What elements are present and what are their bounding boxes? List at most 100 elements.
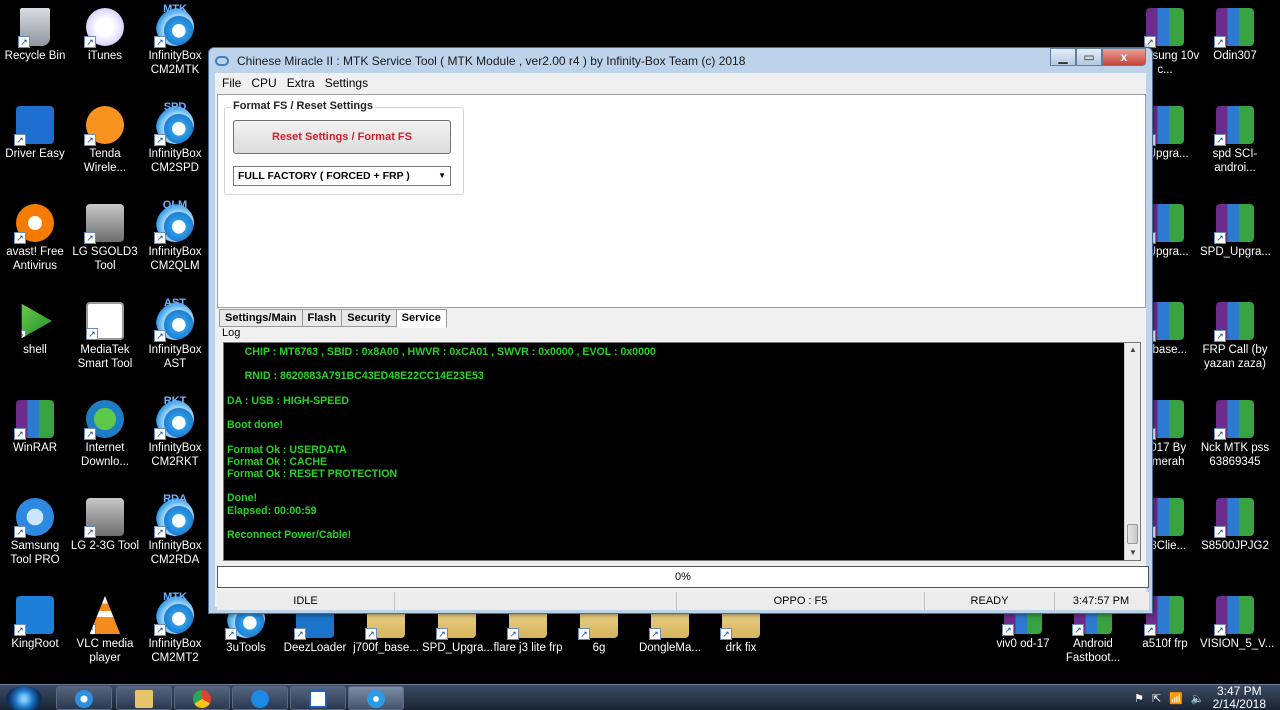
menu-bar: File CPU Extra Settings xyxy=(215,73,1146,93)
desktop-icon[interactable]: SPD ↗ InfinityBox CM2SPD xyxy=(140,101,210,175)
desktop-icon-label: LG 2-3G Tool xyxy=(70,540,140,552)
desktop-icon[interactable]: ↗ KingRoot xyxy=(0,596,70,651)
shortcut-arrow-icon: ↗ xyxy=(84,428,96,440)
desktop-icon[interactable]: ↗ Tenda Wirele... xyxy=(70,106,140,175)
menu-cpu[interactable]: CPU xyxy=(246,76,281,90)
menu-extra[interactable]: Extra xyxy=(282,76,320,90)
infbox-icon: RKT ↗ xyxy=(154,395,194,440)
desktop-icon[interactable]: RKT ↗ InfinityBox CM2RKT xyxy=(140,395,210,469)
desktop-icon[interactable]: ↗ LG 2-3G Tool xyxy=(70,498,140,553)
tray-flag-icon[interactable]: ⚑ xyxy=(1134,692,1144,705)
desktop-icon[interactable]: ↗ shell xyxy=(0,302,70,357)
shortcut-arrow-icon: ↗ xyxy=(14,526,26,538)
desktop-icon[interactable]: ↗ LG SGOLD3 Tool xyxy=(70,204,140,273)
log-console[interactable]: CHIP : MT6763 , SBID : 0x8A00 , HWVR : 0… xyxy=(223,342,1141,561)
reset-format-button[interactable]: Reset Settings / Format FS xyxy=(233,120,451,154)
desktop-icon[interactable]: ↗ Recycle Bin xyxy=(0,8,70,63)
desktop-icon-label: InfinityBox CM2QLM xyxy=(148,246,202,272)
start-button-icon[interactable] xyxy=(6,686,42,710)
messenger-icon xyxy=(251,690,269,708)
desktop-icon[interactable]: ↗ Internet Downlo... xyxy=(70,400,140,469)
group-title: Format FS / Reset Settings xyxy=(231,100,375,112)
desktop-icon[interactable]: ↗ VLC media player xyxy=(70,596,140,665)
shortcut-arrow-icon: ↗ xyxy=(365,628,377,640)
desktop-icon-label: SPD_Upgra... xyxy=(422,642,493,654)
desktop-icon[interactable]: ↗ Samsung Tool PRO xyxy=(0,498,70,567)
format-mode-select[interactable]: FULL FACTORY ( FORCED + FRP ) ▼ xyxy=(233,166,451,186)
desktop-icon[interactable]: ↗ S8500JPJG2 xyxy=(1200,498,1270,553)
taskbar-tool[interactable] xyxy=(290,686,346,710)
scroll-thumb[interactable] xyxy=(1127,524,1138,544)
shortcut-arrow-icon: ↗ xyxy=(1144,624,1156,636)
tab-flash[interactable]: Flash xyxy=(301,309,343,327)
tray-arrow-icon[interactable]: ⇱ xyxy=(1152,692,1161,705)
taskbar-cm2mtk[interactable] xyxy=(348,686,404,710)
desktop-icon[interactable]: ↗ VISION_5_V... xyxy=(1200,596,1275,651)
desktop-icon[interactable]: ↗ MediaTek Smart Tool xyxy=(70,302,140,371)
window-title: Chinese Miracle II : MTK Service Tool ( … xyxy=(237,53,746,68)
scroll-down-icon[interactable]: ▼ xyxy=(1125,546,1141,560)
tab-service[interactable]: Service xyxy=(395,309,447,328)
desktop-icon[interactable]: RDA ↗ InfinityBox CM2RDA xyxy=(140,493,210,567)
winrar-icon: ↗ xyxy=(1214,302,1254,342)
desktop-icon[interactable]: ↗ Nck MTK pss 63869345 xyxy=(1200,400,1270,469)
winrar-icon: ↗ xyxy=(1214,498,1254,538)
shortcut-arrow-icon: ↗ xyxy=(154,232,166,244)
desktop-icon-label: VISION_5_V... xyxy=(1200,638,1275,650)
desktop-icon[interactable]: AST ↗ InfinityBox AST xyxy=(140,297,210,371)
status-device: OPPO : F5 xyxy=(677,592,925,610)
shortcut-arrow-icon: ↗ xyxy=(1072,624,1084,636)
log-scrollbar[interactable]: ▲ ▼ xyxy=(1124,343,1140,560)
title-bar[interactable]: Chinese Miracle II : MTK Service Tool ( … xyxy=(209,48,1152,73)
desktop-icon-label: WinRAR xyxy=(12,442,58,454)
desktop-icon[interactable]: ↗ spd SCI-androi... xyxy=(1200,106,1270,175)
desktop-icon[interactable]: ↗ Odin307 xyxy=(1200,8,1270,63)
window-client: File CPU Extra Settings Format FS / Rese… xyxy=(215,73,1149,610)
taskbar-messenger[interactable] xyxy=(232,686,288,710)
tray-volume-icon[interactable]: 🔈 xyxy=(1191,692,1205,705)
shortcut-arrow-icon: ↗ xyxy=(84,134,96,146)
desktop-icon-label: FRP Call (by yazan zaza) xyxy=(1202,344,1268,370)
samsungtool-icon: ↗ xyxy=(14,498,54,538)
desktop-icon[interactable]: QLM ↗ InfinityBox CM2QLM xyxy=(140,199,210,273)
shortcut-arrow-icon: ↗ xyxy=(436,628,448,640)
clock[interactable]: 3:47 PM 2/14/2018 xyxy=(1213,685,1266,710)
taskbar-chrome[interactable] xyxy=(174,686,230,710)
chrome-icon xyxy=(193,690,211,708)
desktop-icon[interactable]: MTK ↗ InfinityBox CM2MTK xyxy=(140,3,210,77)
tab-security[interactable]: Security xyxy=(341,309,397,327)
idm-icon: ↗ xyxy=(84,400,124,440)
taskbar-explorer[interactable] xyxy=(116,686,172,710)
desktop-icon-label: SPD_Upgra... xyxy=(1200,246,1271,258)
shortcut-arrow-icon: ↗ xyxy=(225,628,237,640)
ie-icon xyxy=(75,690,93,708)
taskbar-ie[interactable] xyxy=(56,686,112,710)
desktop-icon[interactable]: ↗ Driver Easy xyxy=(0,106,70,161)
desktop-icon[interactable]: ↗ avast! Free Antivirus xyxy=(0,204,70,273)
scroll-up-icon[interactable]: ▲ xyxy=(1125,343,1141,357)
tray-network-icon[interactable]: 📶 xyxy=(1169,692,1183,705)
desktop-icon[interactable]: ↗ FRP Call (by yazan zaza) xyxy=(1200,302,1270,371)
close-button[interactable]: x xyxy=(1102,48,1146,66)
tab-settings-main[interactable]: Settings/Main xyxy=(219,309,303,327)
desktop-icon[interactable]: ↗ iTunes xyxy=(70,8,140,63)
folder-icon xyxy=(135,690,153,708)
shortcut-arrow-icon: ↗ xyxy=(89,624,96,634)
infinity-app-icon xyxy=(215,55,229,66)
desktop-icon-label: InfinityBox CM2RKT xyxy=(148,442,202,468)
shortcut-arrow-icon: ↗ xyxy=(154,428,166,440)
desktop-icon[interactable]: ↗ SPD_Upgra... xyxy=(1200,204,1271,259)
desktop-icon[interactable]: ↗ WinRAR xyxy=(0,400,70,455)
mtk-service-tool-window[interactable]: Chinese Miracle II : MTK Service Tool ( … xyxy=(208,47,1153,614)
menu-file[interactable]: File xyxy=(217,76,246,90)
shortcut-arrow-icon: ↗ xyxy=(14,134,26,146)
shortcut-arrow-icon: ↗ xyxy=(154,330,166,342)
desktop-icon[interactable]: MTK ↗ InfinityBox CM2MT2 xyxy=(140,591,210,665)
shortcut-arrow-icon: ↗ xyxy=(1214,624,1226,636)
minimize-button[interactable]: ▁ xyxy=(1050,48,1076,66)
desktop-icon-label: Driver Easy xyxy=(5,148,65,160)
menu-settings[interactable]: Settings xyxy=(320,76,373,90)
infbox-icon: MTK ↗ xyxy=(154,3,194,48)
maximize-button[interactable]: ▭ xyxy=(1076,48,1102,66)
desktop-icon-label: iTunes xyxy=(87,50,123,62)
